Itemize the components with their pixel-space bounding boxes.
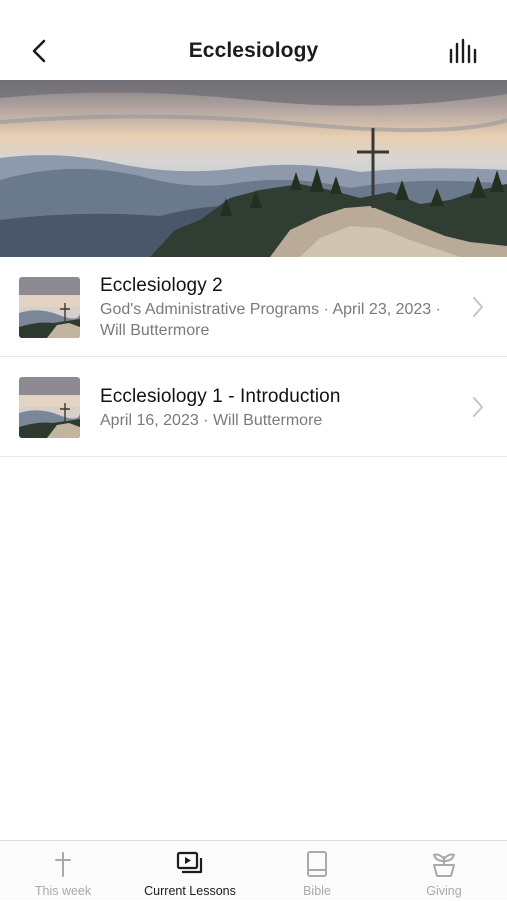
bottom-tab-bar: This week Current Lessons Bible Giving <box>0 840 507 900</box>
lesson-meta: God's Administrative Programs · April 23… <box>100 301 441 339</box>
plant-pot-icon <box>433 853 455 877</box>
lesson-list: Ecclesiology 2 God's Administrative Prog… <box>0 257 507 457</box>
lesson-row[interactable]: Ecclesiology 2 God's Administrative Prog… <box>0 257 507 357</box>
book-icon <box>307 851 327 877</box>
back-chevron-icon[interactable] <box>26 36 56 66</box>
tab-current-lessons[interactable]: Current Lessons <box>127 841 253 901</box>
chevron-right-icon <box>473 297 483 317</box>
tab-label: Giving <box>426 884 462 898</box>
lesson-text: Ecclesiology 2 God's Administrative Prog… <box>100 275 450 341</box>
lesson-title: Ecclesiology 1 - Introduction <box>100 386 341 407</box>
page-title: Ecclesiology <box>188 39 319 62</box>
lesson-title: Ecclesiology 2 <box>100 275 223 296</box>
tab-this-week[interactable]: This week <box>0 841 126 901</box>
nav-header: Ecclesiology <box>0 22 507 80</box>
status-bar <box>0 0 507 22</box>
tab-label: Bible <box>303 884 331 898</box>
tab-bible[interactable]: Bible <box>254 841 380 901</box>
tab-label: This week <box>34 884 92 898</box>
equalizer-bars-icon[interactable] <box>447 38 481 66</box>
cross-icon <box>55 852 71 877</box>
lesson-row[interactable]: Ecclesiology 1 - Introduction April 16, … <box>0 357 507 457</box>
lesson-text: Ecclesiology 1 - Introduction April 16, … <box>100 386 450 431</box>
video-library-icon <box>176 851 203 874</box>
tab-giving[interactable]: Giving <box>381 841 507 901</box>
chevron-right-icon <box>473 397 483 417</box>
lesson-meta: April 16, 2023 · Will Buttermore <box>100 412 323 429</box>
tab-label: Current Lessons <box>144 884 236 898</box>
lesson-thumbnail <box>19 377 80 438</box>
lesson-thumbnail <box>19 277 80 338</box>
hero-banner-image <box>0 80 507 257</box>
